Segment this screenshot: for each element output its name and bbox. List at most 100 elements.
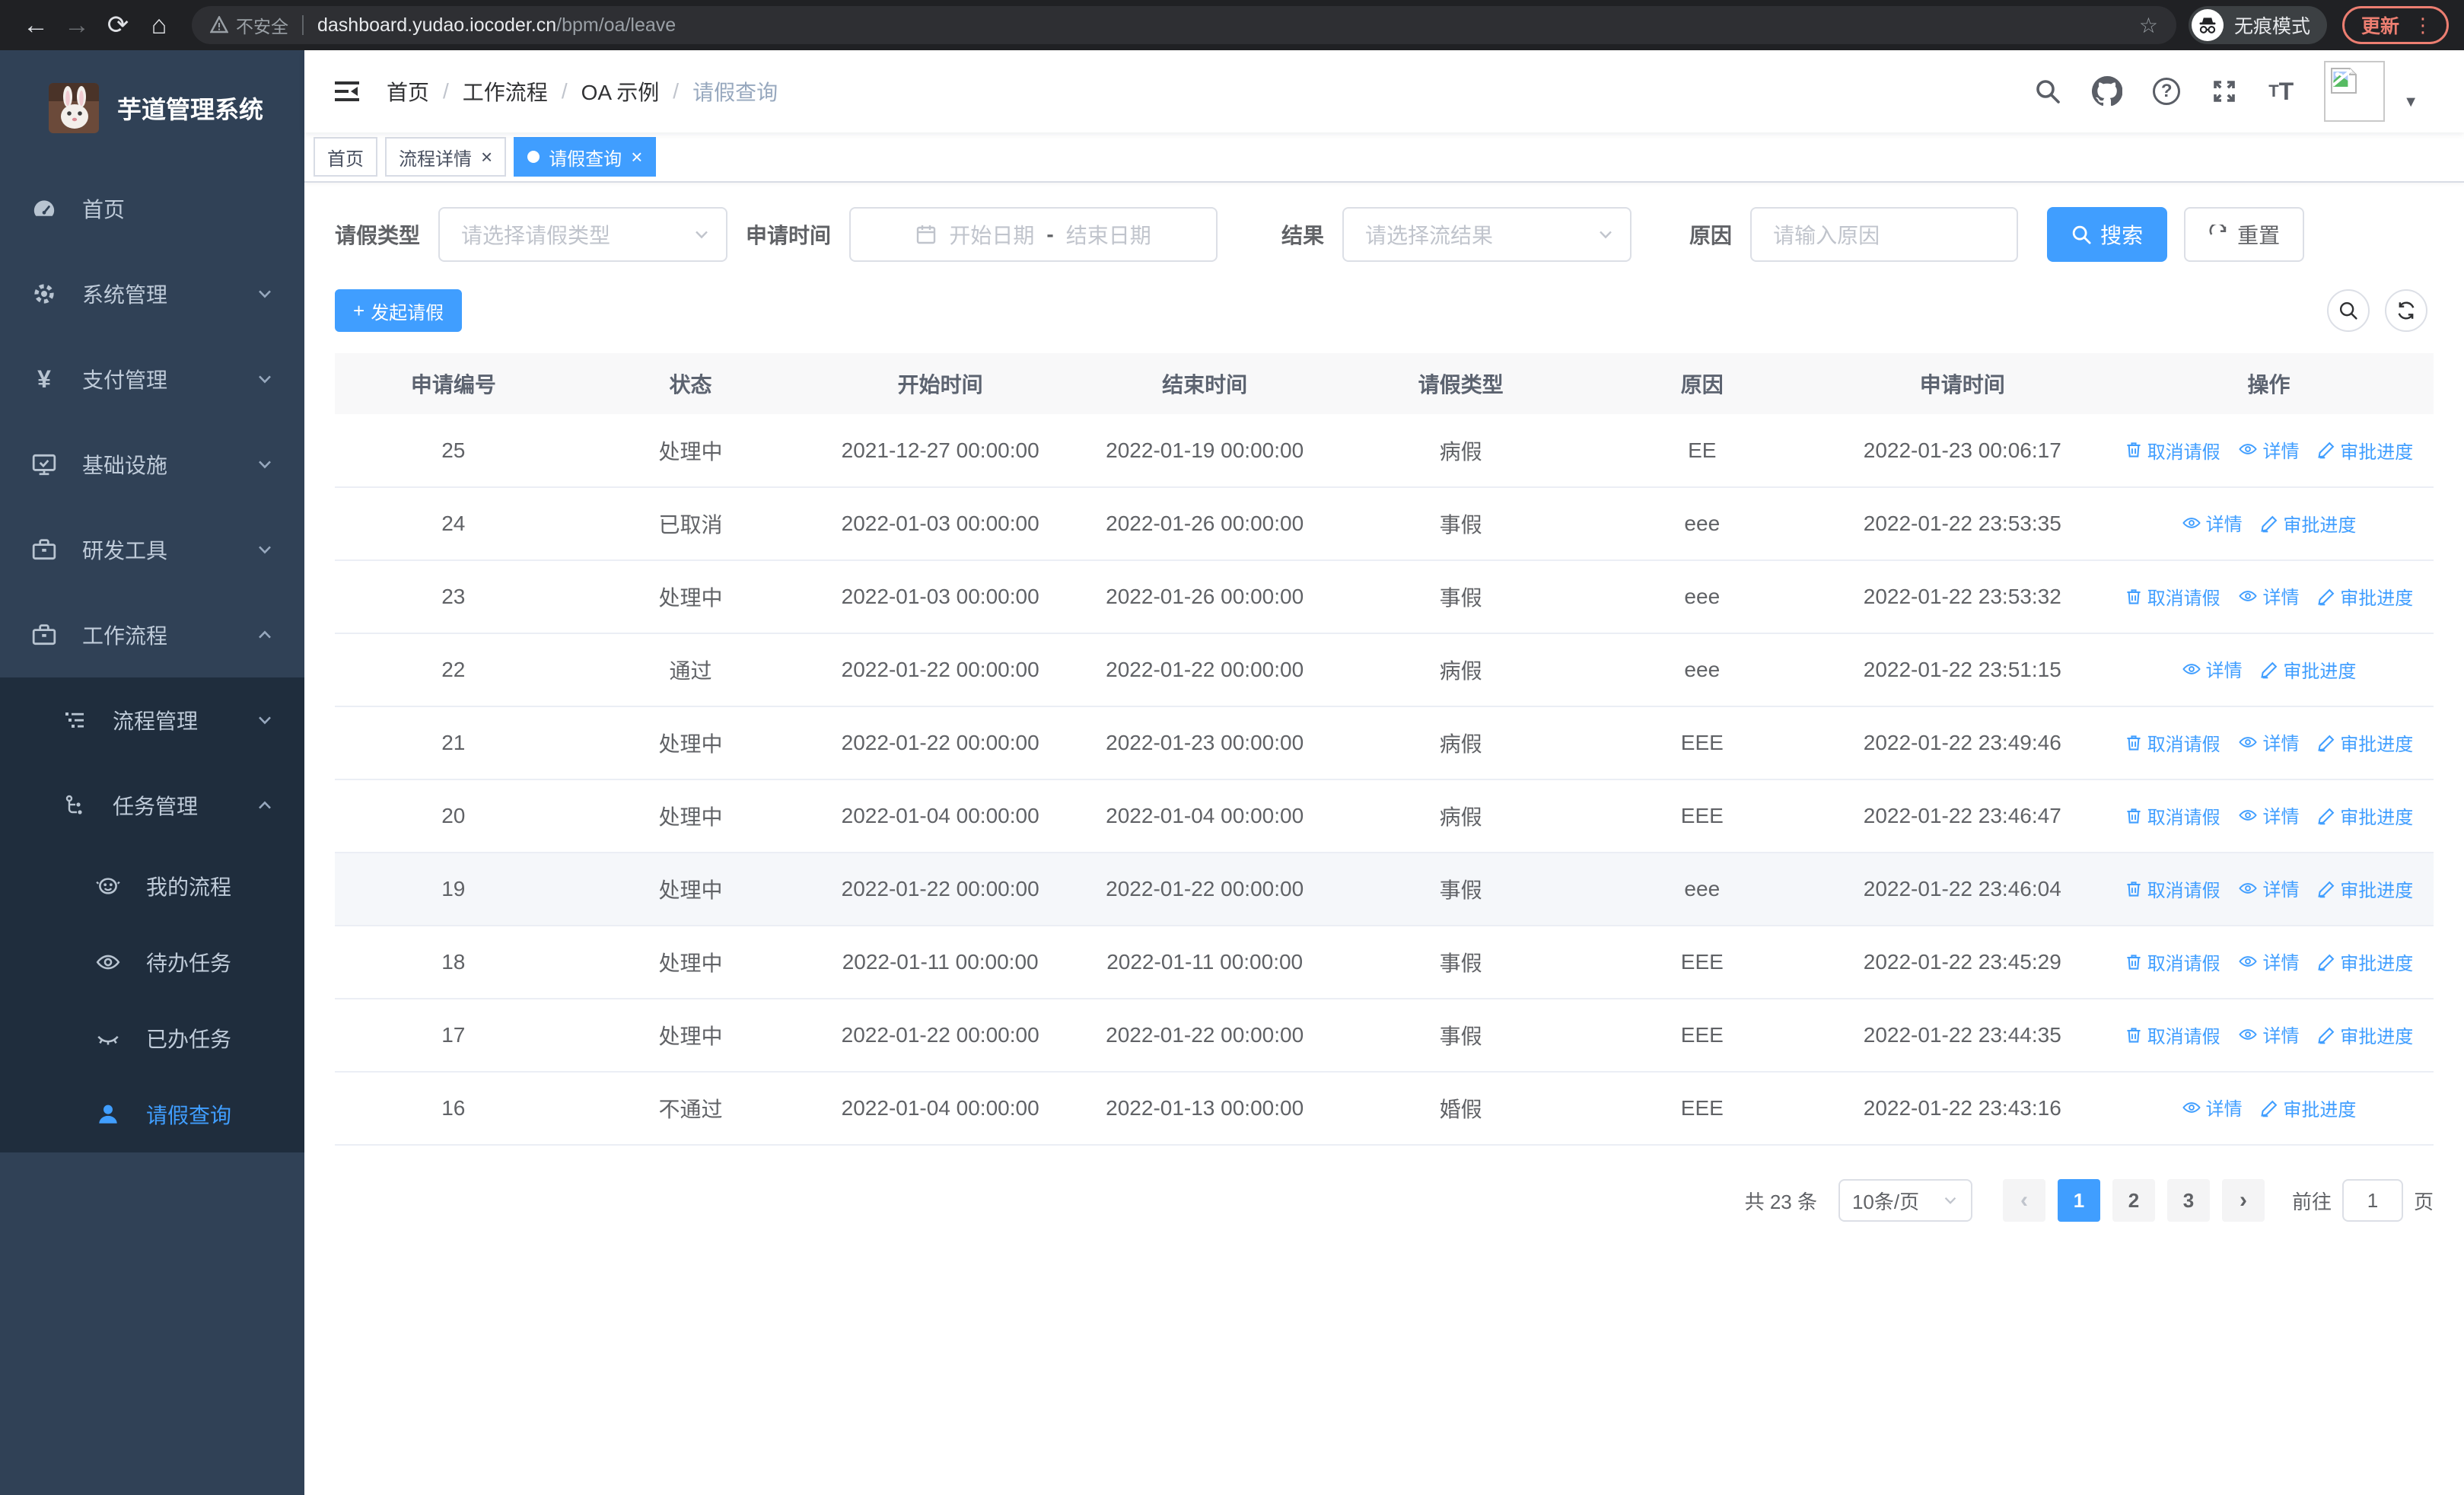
detail-link[interactable]: 详情 <box>2238 802 2299 828</box>
reload-button[interactable]: ⟳ <box>97 5 138 46</box>
chevron-up-icon <box>256 796 274 814</box>
tab-process-detail[interactable]: 流程详情 × <box>385 137 507 177</box>
update-button[interactable]: 更新 ⋮ <box>2341 6 2449 44</box>
approval-progress-link[interactable]: 审批进度 <box>2317 802 2413 829</box>
sidebar-item-system[interactable]: 系统管理 <box>0 251 304 336</box>
breadcrumb-home[interactable]: 首页 <box>387 76 429 107</box>
sidebar-item-leave-query[interactable]: 请假查询 <box>0 1076 304 1152</box>
approval-progress-link[interactable]: 审批进度 <box>2317 948 2413 975</box>
approval-progress-link[interactable]: 审批进度 <box>2317 1022 2413 1048</box>
sidebar-item-dev-tools[interactable]: 研发工具 <box>0 507 304 592</box>
cancel-leave-link[interactable]: 取消请假 <box>2125 875 2220 902</box>
bookmark-star-icon[interactable]: ☆ <box>2139 13 2158 38</box>
tab-leave-query[interactable]: 请假查询 × <box>514 137 657 177</box>
close-icon[interactable]: × <box>481 147 492 167</box>
sidebar-item-process-management[interactable]: 流程管理 <box>0 677 304 763</box>
sidebar-item-infrastructure[interactable]: 基础设施 <box>0 422 304 507</box>
forward-button[interactable]: → <box>56 5 97 46</box>
sidebar-item-done-tasks[interactable]: 已办任务 <box>0 1000 304 1076</box>
cancel-leave-link[interactable]: 取消请假 <box>2125 948 2220 975</box>
page-size-select[interactable]: 10条/页 <box>1838 1179 1972 1222</box>
next-page-button[interactable]: › <box>2221 1179 2265 1222</box>
tab-home[interactable]: 首页 <box>314 137 377 177</box>
search-button[interactable]: 搜索 <box>2047 207 2168 262</box>
sidebar-item-workflow[interactable]: 工作流程 <box>0 592 304 677</box>
detail-link[interactable]: 详情 <box>2238 875 2299 901</box>
create-leave-button[interactable]: + 发起请假 <box>335 289 463 332</box>
cancel-leave-link[interactable]: 取消请假 <box>2125 1022 2220 1048</box>
detail-link[interactable]: 详情 <box>2238 436 2299 463</box>
cell-start-time: 2022-01-22 00:00:00 <box>809 633 1072 707</box>
goto-page-input[interactable] <box>2341 1179 2403 1222</box>
detail-link[interactable]: 详情 <box>2182 509 2243 536</box>
search-icon[interactable] <box>2034 78 2061 105</box>
sidebar-item-home[interactable]: 首页 <box>0 166 304 251</box>
sidebar-item-payment[interactable]: ¥ 支付管理 <box>0 336 304 422</box>
result-select[interactable]: 请选择流结果 <box>1342 207 1632 262</box>
prev-page-button[interactable]: ‹ <box>2002 1179 2045 1222</box>
table-row[interactable]: 23 处理中 2022-01-03 00:00:00 2022-01-26 00… <box>335 560 2434 634</box>
table-row[interactable]: 21 处理中 2022-01-22 00:00:00 2022-01-23 00… <box>335 706 2434 780</box>
approval-progress-link[interactable]: 审批进度 <box>2317 583 2413 610</box>
breadcrumb-oa-example[interactable]: OA 示例 <box>581 76 660 107</box>
approval-progress-link[interactable]: 审批进度 <box>2260 656 2356 683</box>
reason-input[interactable]: 请输入原因 <box>1750 207 2019 262</box>
sidebar-item-label: 首页 <box>82 198 126 222</box>
sidebar-item-my-process[interactable]: 我的流程 <box>0 848 304 924</box>
cancel-leave-link[interactable]: 取消请假 <box>2125 437 2220 464</box>
logo[interactable]: 芋道管理系统 <box>0 50 304 166</box>
action-label: 详情 <box>2262 588 2300 609</box>
date-end-placeholder: 结束日期 <box>1065 224 1151 247</box>
detail-link[interactable]: 详情 <box>2182 655 2243 682</box>
approval-progress-link[interactable]: 审批进度 <box>2317 729 2413 756</box>
table-row[interactable]: 17 处理中 2022-01-22 00:00:00 2022-01-22 00… <box>335 999 2434 1073</box>
detail-link[interactable]: 详情 <box>2238 1021 2299 1047</box>
home-button[interactable]: ⌂ <box>138 5 180 46</box>
github-icon[interactable] <box>2092 76 2123 107</box>
breadcrumb-workflow[interactable]: 工作流程 <box>463 76 548 107</box>
detail-link[interactable]: 详情 <box>2182 1094 2243 1120</box>
page-button-2[interactable]: 2 <box>2112 1179 2155 1222</box>
detail-link[interactable]: 详情 <box>2238 582 2299 609</box>
table-row[interactable]: 25 处理中 2021-12-27 00:00:00 2022-01-19 00… <box>335 414 2434 488</box>
toggle-search-button[interactable] <box>2327 289 2370 332</box>
detail-link[interactable]: 详情 <box>2238 728 2299 755</box>
cancel-leave-link[interactable]: 取消请假 <box>2125 583 2220 610</box>
fullscreen-icon[interactable] <box>2211 78 2238 105</box>
table-row[interactable]: 24 已取消 2022-01-03 00:00:00 2022-01-26 00… <box>335 487 2434 561</box>
detail-link[interactable]: 详情 <box>2238 948 2299 974</box>
page-button-3[interactable]: 3 <box>2166 1179 2210 1222</box>
back-button[interactable]: ← <box>15 5 56 46</box>
help-icon[interactable]: ? <box>2153 78 2181 105</box>
cancel-leave-link[interactable]: 取消请假 <box>2125 802 2220 829</box>
leave-type-select[interactable]: 请选择请假类型 <box>438 207 728 262</box>
refresh-table-button[interactable] <box>2385 289 2427 332</box>
approval-progress-link[interactable]: 审批进度 <box>2317 437 2413 464</box>
address-bar[interactable]: 不安全 dashboard.yudao.iocoder.cn/bpm/oa/le… <box>192 6 2176 44</box>
table-row[interactable]: 22 通过 2022-01-22 00:00:00 2022-01-22 00:… <box>335 633 2434 707</box>
col-start-time: 开始时间 <box>809 353 1072 414</box>
approval-progress-link[interactable]: 审批进度 <box>2260 510 2356 537</box>
cell-start-time: 2022-01-04 00:00:00 <box>809 1072 1072 1146</box>
browser-menu-icon[interactable]: ⋮ <box>2413 14 2433 37</box>
page-button-1[interactable]: 1 <box>2057 1179 2100 1222</box>
approval-progress-link[interactable]: 审批进度 <box>2317 875 2413 902</box>
cell-reason: eee <box>1583 633 1821 707</box>
font-size-icon[interactable]: TT <box>2268 78 2294 106</box>
avatar-caret-icon[interactable]: ▼ <box>2403 94 2418 111</box>
table-row[interactable]: 19 处理中 2022-01-22 00:00:00 2022-01-22 00… <box>335 853 2434 926</box>
search-label: 搜索 <box>2100 224 2144 247</box>
sidebar-item-todo-tasks[interactable]: 待办任务 <box>0 924 304 1000</box>
reset-button[interactable]: 重置 <box>2184 207 2305 262</box>
security-indicator[interactable]: 不安全 <box>210 12 288 38</box>
avatar[interactable] <box>2324 61 2386 122</box>
close-icon[interactable]: × <box>631 147 642 167</box>
apply-time-range-picker[interactable]: 开始日期 - 结束日期 <box>849 207 1218 262</box>
sidebar-item-task-management[interactable]: 任务管理 <box>0 763 304 848</box>
table-row[interactable]: 16 不通过 2022-01-04 00:00:00 2022-01-13 00… <box>335 1072 2434 1146</box>
table-row[interactable]: 20 处理中 2022-01-04 00:00:00 2022-01-04 00… <box>335 779 2434 853</box>
cancel-leave-link[interactable]: 取消请假 <box>2125 729 2220 756</box>
approval-progress-link[interactable]: 审批进度 <box>2260 1095 2356 1121</box>
table-row[interactable]: 18 处理中 2022-01-11 00:00:00 2022-01-11 00… <box>335 926 2434 999</box>
sidebar-collapse-icon[interactable] <box>320 76 374 107</box>
